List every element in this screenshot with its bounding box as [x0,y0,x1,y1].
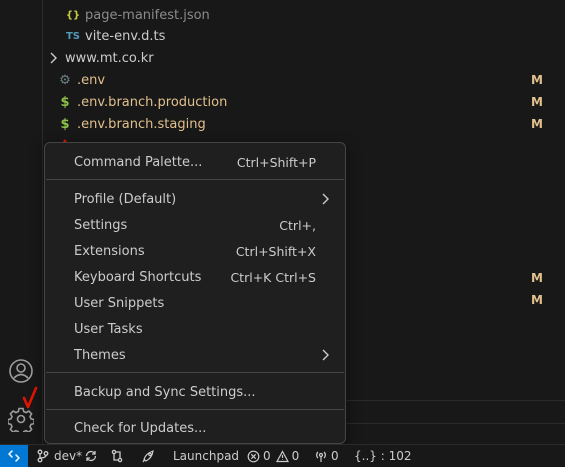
menu-item-user-snippets[interactable]: User Snippets [45,290,345,316]
folder-row-www-mt-co-kr[interactable]: www.mt.co.kr [43,47,565,69]
menu-item-keyboard-shortcuts[interactable]: Keyboard Shortcuts Ctrl+K Ctrl+S [45,264,345,290]
menu-item-backup-sync[interactable]: Backup and Sync Settings... [45,379,345,405]
menu-item-label: Profile (Default) [74,191,177,207]
error-count: 0 [263,449,271,463]
broadcast-icon [316,451,326,462]
gear-icon: ⚙ [59,72,71,88]
menu-separator [46,372,344,373]
dollar-icon: $ [60,116,70,132]
problems-button[interactable]: 0 0 [247,445,299,467]
file-row-env[interactable]: ⚙ .env M [43,69,565,91]
menu-item-user-tasks[interactable]: User Tasks [45,316,345,342]
braces-label: {..} : 102 [354,449,412,463]
dollar-icon: $ [60,94,70,110]
git-compare-icon [111,449,123,463]
json-icon: {} [65,9,81,21]
menu-item-shortcut: Ctrl+Shift+P [236,154,316,170]
modified-badge: M [531,293,543,307]
file-name: .env [77,72,106,88]
warning-count: 0 [291,449,300,463]
git-branch-icon [37,449,49,463]
braces-status[interactable]: {..} : 102 [354,445,411,467]
error-icon [247,450,260,462]
account-icon[interactable] [7,357,35,385]
menu-item-check-updates[interactable]: Check for Updates... [45,415,345,441]
menu-item-shortcut: Ctrl+, [279,217,316,233]
menu-separator [46,409,344,410]
manage-context-menu: Command Palette... Ctrl+Shift+P Profile … [44,142,346,444]
menu-item-extensions[interactable]: Extensions Ctrl+Shift+X [45,238,345,264]
ports-count: 0 [331,449,339,463]
chevron-right-icon [322,193,329,205]
rocket-icon [142,450,154,463]
file-row-page-manifest[interactable]: {} page-manifest.json [43,4,565,26]
modified-badge: M [531,117,543,131]
menu-item-label: Command Palette... [74,154,203,170]
sync-icon [85,450,97,462]
menu-item-shortcut: Ctrl+Shift+X [235,243,316,259]
menu-item-label: Keyboard Shortcuts [74,269,202,285]
launchpad-label: Launchpad [173,449,240,463]
modified-badge: M [531,73,543,87]
file-name: page-manifest.json [85,7,210,23]
chevron-right-icon [45,52,61,64]
modified-badge: M [531,95,543,109]
file-name: .env.branch.staging [77,116,206,132]
file-name: .env.branch.production [77,94,228,110]
remote-indicator-button[interactable] [0,445,28,467]
menu-item-label: Settings [74,217,128,233]
branch-status[interactable]: dev* [36,445,82,467]
menu-item-shortcut: Ctrl+K Ctrl+S [230,269,316,285]
file-row-env-branch-production[interactable]: $ .env.branch.production M [43,91,565,113]
file-name: vite-env.d.ts [85,28,166,44]
folder-name: www.mt.co.kr [65,50,154,66]
modified-badge: M [531,271,543,285]
status-bar: dev* Launchpad 0 0 0 {..} : 102 [0,444,565,467]
menu-separator [46,179,344,180]
red-check-annotation-icon [22,386,38,409]
menu-item-themes[interactable]: Themes [45,342,345,368]
menu-item-command-palette[interactable]: Command Palette... Ctrl+Shift+P [45,149,345,175]
menu-item-label: Check for Updates... [74,420,207,436]
activity-bar [0,0,43,444]
file-row-env-branch-staging[interactable]: $ .env.branch.staging M [43,113,565,135]
warning-icon [275,449,289,462]
ports-button[interactable]: 0 [314,445,339,467]
launchpad-button[interactable]: Launchpad [141,445,239,467]
menu-item-label: User Tasks [74,321,143,337]
menu-item-settings[interactable]: Settings Ctrl+, [45,212,345,238]
sync-button[interactable] [84,445,98,467]
git-graph-button[interactable] [110,445,124,467]
panel-divider [344,400,565,424]
file-row-vite-env[interactable]: TS vite-env.d.ts [43,25,565,47]
menu-item-label: User Snippets [74,295,165,311]
remote-icon [8,450,20,462]
menu-item-label: Themes [74,347,126,363]
menu-item-profile[interactable]: Profile (Default) [45,186,345,212]
branch-name: dev* [54,449,83,463]
menu-item-label: Backup and Sync Settings... [74,384,256,400]
typescript-icon: TS [65,30,81,42]
chevron-right-icon [322,349,329,361]
menu-item-label: Extensions [74,243,145,259]
